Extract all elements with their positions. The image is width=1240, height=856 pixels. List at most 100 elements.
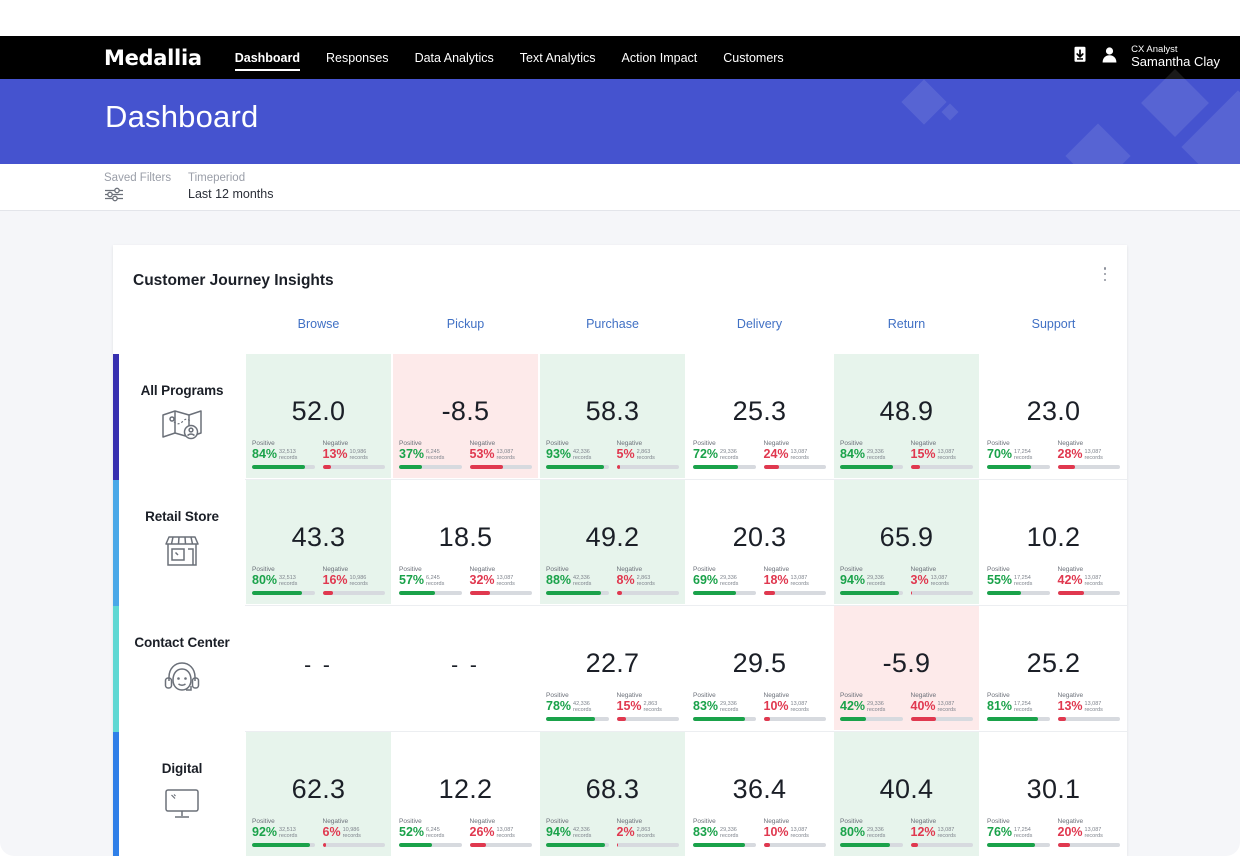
column-header-browse[interactable]: Browse <box>245 317 392 331</box>
cell-score: 40.4 <box>879 774 934 804</box>
journey-cell[interactable]: 23.0 Positive 70% 17,254 records Negative 28% 1… <box>981 354 1126 478</box>
negative-bar-track <box>1057 842 1120 847</box>
customer-journey-insights-card: Customer Journey Insights Browse Pickup Pu… <box>113 245 1127 856</box>
journey-cell[interactable]: 25.3 Positive 72% 29,336 records Negative 24% 1… <box>687 354 832 478</box>
positive-records: 17,254 records <box>1014 448 1033 462</box>
negative-percent: 53% <box>469 446 495 461</box>
nav-link-action-impact[interactable]: Action Impact <box>622 36 698 79</box>
negative-records: 2,863 records <box>643 700 662 714</box>
column-header-delivery[interactable]: Delivery <box>686 317 833 331</box>
positive-records-count: 29,336 <box>720 700 737 707</box>
nav-link-customers[interactable]: Customers <box>723 36 783 79</box>
journey-cell[interactable]: 65.9 Positive 94% 29,336 records Negative 3% 13… <box>834 480 979 604</box>
journey-cell[interactable]: 18.5 Positive 57% 6,245 records Negative 32% 13… <box>393 480 538 604</box>
positive-bar-fill <box>987 842 1035 847</box>
journey-cell[interactable]: 30.1 Positive 76% 17,254 records Negative 20% 1… <box>981 732 1126 856</box>
positive-records-count: 42,336 <box>573 700 590 707</box>
negative-records: 13,087 records <box>1084 700 1103 714</box>
positive-records: 6,245 records <box>426 448 445 462</box>
journey-cell[interactable]: 25.2 Positive 81% 17,254 records Negative 13% 1… <box>981 606 1126 730</box>
negative-records: 10,986 records <box>342 826 361 840</box>
row-label-all-programs[interactable]: All Programs <box>119 354 245 480</box>
journey-cell[interactable]: 12.2 Positive 52% 6,245 records Negative 26% 13… <box>393 732 538 856</box>
negative-records-count: 2,863 <box>636 574 651 581</box>
positive-percent: 69% <box>693 572 719 587</box>
journey-cell[interactable]: 20.3 Positive 69% 29,336 records Negative 18% 1… <box>687 480 832 604</box>
negative-records-count: 10,986 <box>349 448 367 455</box>
negative-records-count: 10,986 <box>349 574 367 581</box>
row-label-retail-store[interactable]: Retail Store <box>119 480 245 606</box>
cell-score: 12.2 <box>438 774 493 804</box>
journey-cell[interactable]: 43.3 Positive 80% 32,513 records Negative 16% 1… <box>246 480 391 604</box>
cell-metrics: Positive 93% 42,336 records Negative 5% 2,863 r… <box>540 440 685 469</box>
column-header-purchase[interactable]: Purchase <box>539 317 686 331</box>
cell-metrics: Positive 84% 32,513 records Negative 13% 10,98… <box>246 440 391 469</box>
headset-agent-icon <box>162 660 202 699</box>
kebab-menu-icon[interactable] <box>1097 265 1113 283</box>
negative-metric-label: Negative <box>616 439 643 447</box>
column-header-support[interactable]: Support <box>980 317 1127 331</box>
nav-link-text-analytics[interactable]: Text Analytics <box>520 36 596 79</box>
cell-metrics: Positive 84% 29,336 records Negative 15% 13,08… <box>834 440 979 469</box>
journey-cell[interactable]: - - <box>393 606 538 730</box>
column-header-pickup[interactable]: Pickup <box>392 317 539 331</box>
positive-metric-label: Positive <box>252 565 275 573</box>
nav-link-responses[interactable]: Responses <box>326 36 389 79</box>
positive-metric: Positive 55% 17,254 records <box>987 566 1050 595</box>
positive-metric-label: Positive <box>840 817 863 825</box>
positive-records: 42,336 records <box>573 700 592 714</box>
journey-cell[interactable]: 49.2 Positive 88% 42,336 records Negative 8% 2,… <box>540 480 685 604</box>
positive-bar-fill <box>693 716 745 721</box>
positive-bar-fill <box>693 464 738 469</box>
positive-records: 17,254 records <box>1014 574 1033 588</box>
journey-cell[interactable]: 36.4 Positive 83% 29,336 records Negative 10% 1… <box>687 732 832 856</box>
positive-records: 29,336 records <box>720 826 739 840</box>
journey-cell[interactable]: -8.5 Positive 37% 6,245 records Negative 53% 13… <box>393 354 538 478</box>
journey-cell[interactable]: 40.4 Positive 80% 29,336 records Negative 12% 1… <box>834 732 979 856</box>
positive-percent: 57% <box>399 572 425 587</box>
positive-bar-fill <box>399 842 432 847</box>
saved-filters-control[interactable]: Saved Filters <box>104 172 171 207</box>
positive-metric-label: Positive <box>693 691 716 699</box>
journey-cell[interactable]: 29.5 Positive 83% 29,336 records Negative 10% 1… <box>687 606 832 730</box>
negative-metric: Negative 10% 13,087 records <box>763 818 826 847</box>
row-label-contact-center[interactable]: Contact Center <box>119 606 245 732</box>
negative-bar-track <box>469 590 532 595</box>
journey-cell[interactable]: 52.0 Positive 84% 32,513 records Negative 13% 1… <box>246 354 391 478</box>
journey-cell[interactable]: -5.9 Positive 42% 29,336 records Negative 40% 1… <box>834 606 979 730</box>
positive-bar-fill <box>987 464 1031 469</box>
journey-cell[interactable]: 22.7 Positive 78% 42,336 records Negative 15% 2… <box>540 606 685 730</box>
journey-cell[interactable]: 68.3 Positive 94% 42,336 records Negative 2% 2,… <box>540 732 685 856</box>
journey-cell[interactable]: - - <box>246 606 391 730</box>
nav-link-data-analytics[interactable]: Data Analytics <box>415 36 494 79</box>
positive-percent: 78% <box>546 698 572 713</box>
sliders-icon[interactable] <box>104 187 124 206</box>
row-label-digital[interactable]: Digital <box>119 732 245 856</box>
medallia-logo[interactable]: Medallia <box>104 46 202 70</box>
journey-cell[interactable]: 58.3 Positive 93% 42,336 records Negative 5% 2,… <box>540 354 685 478</box>
negative-bar-track <box>616 842 679 847</box>
negative-records-count: 13,087 <box>496 448 514 455</box>
user-avatar-icon[interactable] <box>1101 46 1118 68</box>
positive-percent: 84% <box>840 446 866 461</box>
negative-records-count: 13,087 <box>937 826 955 833</box>
positive-metric: Positive 94% 42,336 records <box>546 818 609 847</box>
column-header-return[interactable]: Return <box>833 317 980 331</box>
negative-records-count: 13,087 <box>1084 826 1102 833</box>
positive-bar-track <box>399 842 462 847</box>
negative-bar-track <box>910 716 973 721</box>
journey-cell[interactable]: 10.2 Positive 55% 17,254 records Negative 42% 1… <box>981 480 1126 604</box>
cell-metrics: Positive 94% 42,336 records Negative 2% 2,863 r… <box>540 818 685 847</box>
negative-records-count: 13,087 <box>790 448 808 455</box>
positive-bar-track <box>987 464 1050 469</box>
positive-records-count: 29,336 <box>867 826 884 833</box>
positive-bar-track <box>693 842 756 847</box>
download-icon[interactable] <box>1072 46 1088 68</box>
nav-link-dashboard[interactable]: Dashboard <box>234 36 301 79</box>
user-info[interactable]: CX Analyst Samantha Clay <box>1131 44 1220 71</box>
positive-records-count: 29,336 <box>867 574 884 581</box>
journey-cell[interactable]: 62.3 Positive 92% 32,513 records Negative 6% 10… <box>246 732 391 856</box>
journey-cell[interactable]: 48.9 Positive 84% 29,336 records Negative 15% 1… <box>834 354 979 478</box>
timeperiod-control[interactable]: Timeperiod Last 12 months <box>188 172 273 201</box>
positive-records: 29,336 records <box>867 700 886 714</box>
